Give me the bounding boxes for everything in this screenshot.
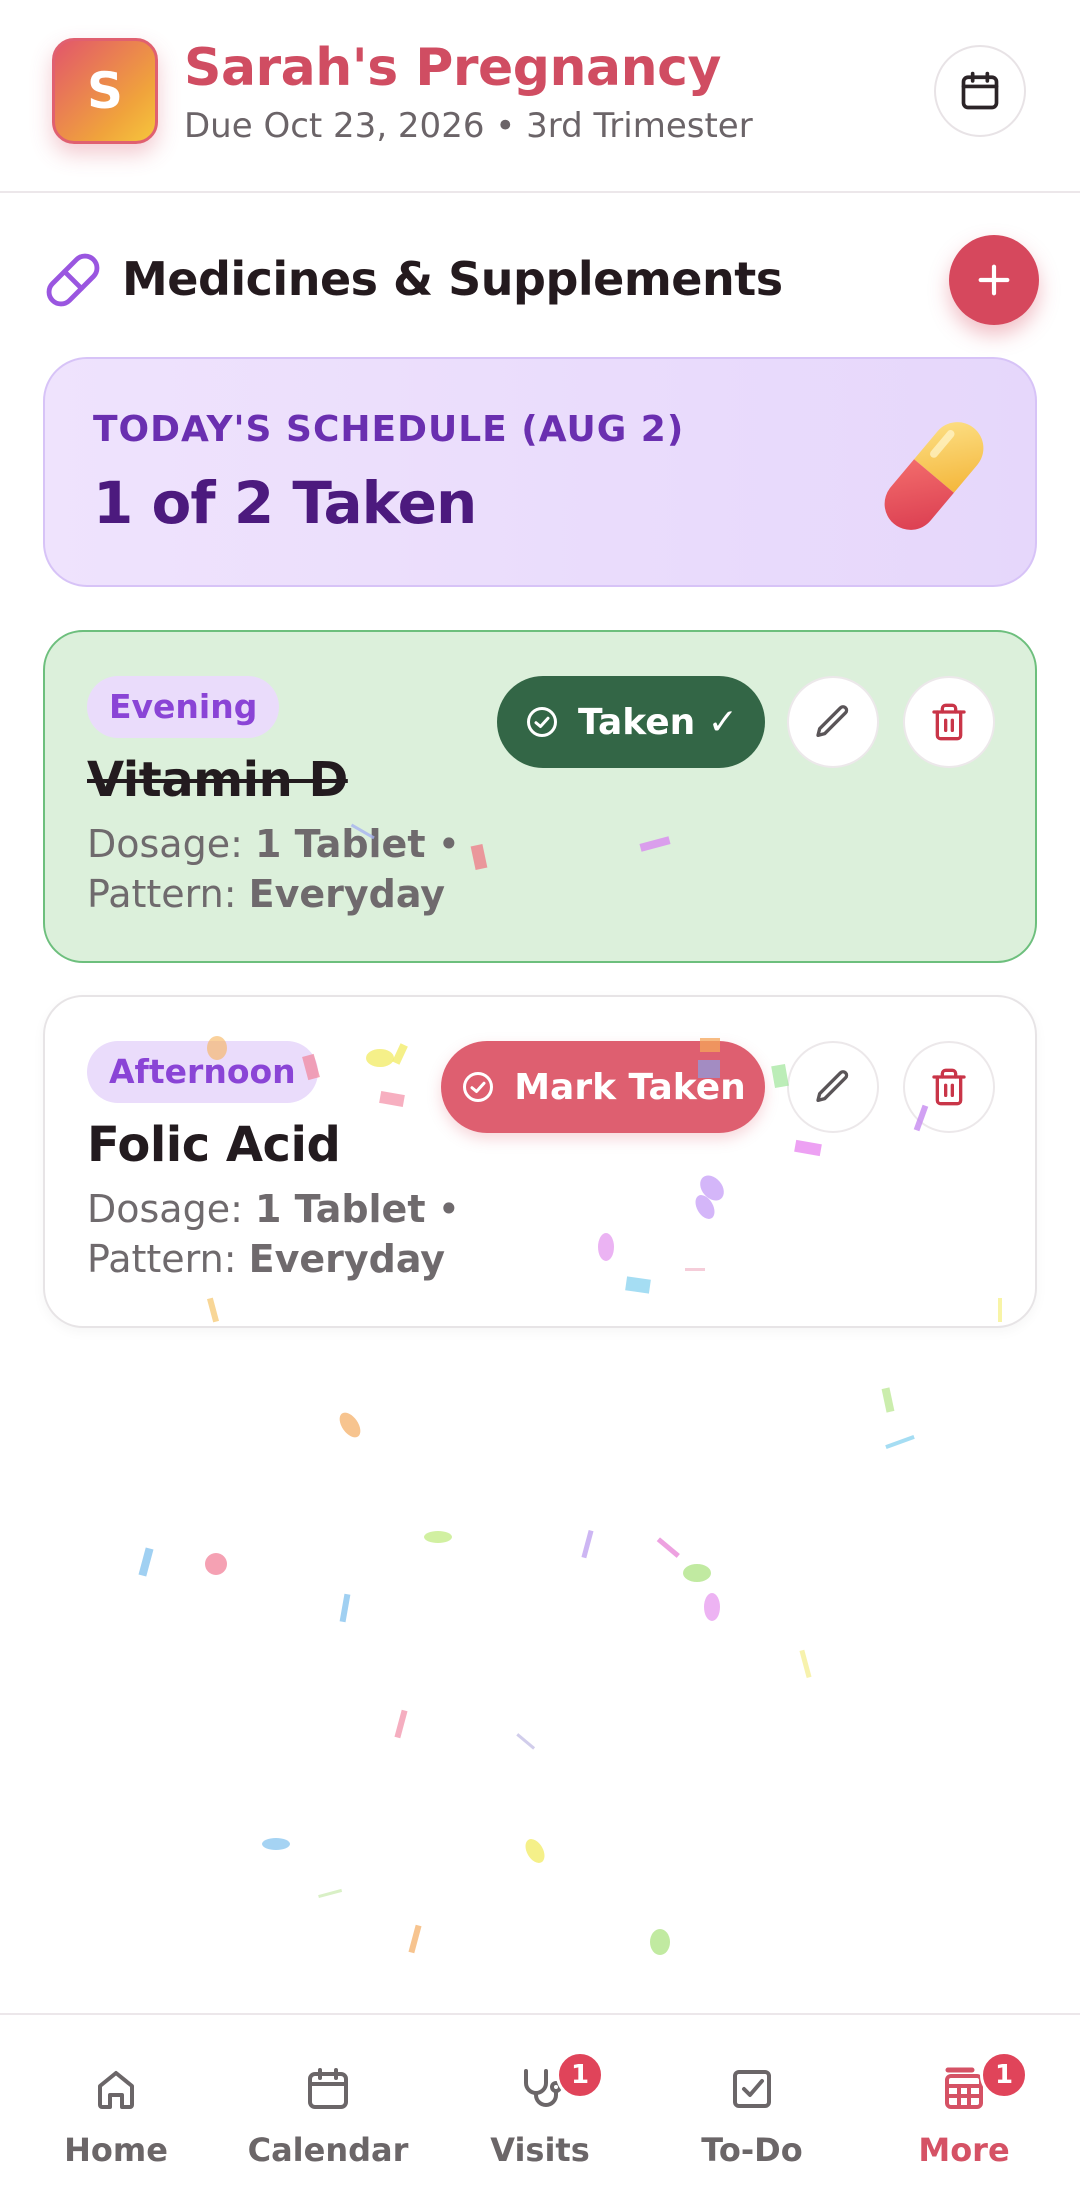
time-tag: Evening bbox=[87, 676, 280, 738]
app-header: S Sarah's Pregnancy Due Oct 23, 2026 • 3… bbox=[0, 0, 1080, 193]
dosage-value: 1 Tablet bbox=[255, 822, 426, 866]
medicine-name: Folic Acid bbox=[87, 1117, 341, 1173]
check-circle-icon bbox=[463, 1072, 494, 1102]
nav-item-todo[interactable]: To-Do bbox=[662, 2051, 842, 2171]
bottom-navigation: Home Calendar 1 Visits To-Do 1 More bbox=[0, 2013, 1080, 2193]
notification-badge: 1 bbox=[556, 2051, 604, 2099]
medicine-card-folic-acid: Afternoon Folic Acid Dosage: 1 Tablet • … bbox=[43, 995, 1037, 1328]
section-title: Medicines & Supplements bbox=[122, 252, 783, 306]
pattern-label: Pattern: bbox=[87, 872, 237, 916]
trash-icon bbox=[932, 1068, 966, 1106]
medicine-card-vitamin-d: Evening Vitamin D Dosage: 1 Tablet • Pat… bbox=[43, 630, 1037, 963]
app-title: Sarah's Pregnancy bbox=[184, 38, 721, 98]
medicine-name: Vitamin D bbox=[87, 752, 348, 808]
pencil-icon bbox=[816, 1070, 849, 1102]
dosage-value: 1 Tablet bbox=[255, 1187, 426, 1231]
check-circle-icon bbox=[527, 707, 558, 737]
pill-icon bbox=[46, 253, 100, 307]
calendar-icon bbox=[308, 2068, 348, 2109]
delete-button[interactable] bbox=[903, 1041, 995, 1133]
schedule-count: 1 of 2 Taken bbox=[93, 469, 477, 537]
home-icon bbox=[98, 2071, 134, 2109]
calendar-icon bbox=[961, 71, 999, 110]
taken-button-label: Taken ✓ bbox=[578, 701, 738, 743]
pencil-icon bbox=[816, 705, 849, 737]
calendar-button[interactable] bbox=[934, 45, 1026, 137]
delete-button[interactable] bbox=[903, 676, 995, 768]
due-date-subtitle: Due Oct 23, 2026 • 3rd Trimester bbox=[184, 106, 753, 146]
nav-label: Home bbox=[64, 2131, 168, 2169]
pattern-label: Pattern: bbox=[87, 1237, 237, 1281]
nav-label: More bbox=[918, 2131, 1010, 2169]
nav-label: Calendar bbox=[247, 2131, 409, 2169]
nav-item-calendar[interactable]: Calendar bbox=[238, 2051, 418, 2171]
dosage-line: Dosage: 1 Tablet • bbox=[87, 1187, 460, 1231]
dosage-line: Dosage: 1 Tablet • bbox=[87, 822, 460, 866]
edit-button[interactable] bbox=[787, 1041, 879, 1133]
nav-item-visits[interactable]: 1 Visits bbox=[450, 2051, 630, 2171]
avatar[interactable]: S bbox=[52, 38, 158, 144]
dosage-label: Dosage: bbox=[87, 822, 243, 866]
nav-label: To-Do bbox=[701, 2131, 803, 2169]
nav-item-home[interactable]: Home bbox=[26, 2051, 206, 2171]
capsule-icon bbox=[884, 422, 984, 530]
add-medicine-button[interactable] bbox=[949, 235, 1039, 325]
time-tag: Afternoon bbox=[87, 1041, 318, 1103]
schedule-label: TODAY'S SCHEDULE (AUG 2) bbox=[93, 409, 685, 450]
pattern-value: Everyday bbox=[248, 1237, 446, 1281]
schedule-summary-card: TODAY'S SCHEDULE (AUG 2) 1 of 2 Taken bbox=[43, 357, 1037, 587]
trash-icon bbox=[932, 703, 966, 741]
mark-taken-button-label: Mark Taken bbox=[514, 1066, 746, 1108]
notification-badge: 1 bbox=[980, 2051, 1028, 2099]
nav-item-more[interactable]: 1 More bbox=[874, 2051, 1054, 2171]
pattern-line: Pattern: Everyday bbox=[87, 872, 445, 916]
nav-label: Visits bbox=[490, 2131, 590, 2169]
taken-button[interactable]: Taken ✓ bbox=[497, 676, 765, 768]
pattern-value: Everyday bbox=[248, 872, 446, 916]
edit-button[interactable] bbox=[787, 676, 879, 768]
plus-icon bbox=[978, 264, 1010, 296]
dosage-label: Dosage: bbox=[87, 1187, 243, 1231]
checkbox-icon bbox=[733, 2070, 771, 2108]
pattern-line: Pattern: Everyday bbox=[87, 1237, 445, 1281]
section-icon-wrap bbox=[44, 250, 102, 310]
mark-taken-button[interactable]: Mark Taken bbox=[441, 1041, 765, 1133]
